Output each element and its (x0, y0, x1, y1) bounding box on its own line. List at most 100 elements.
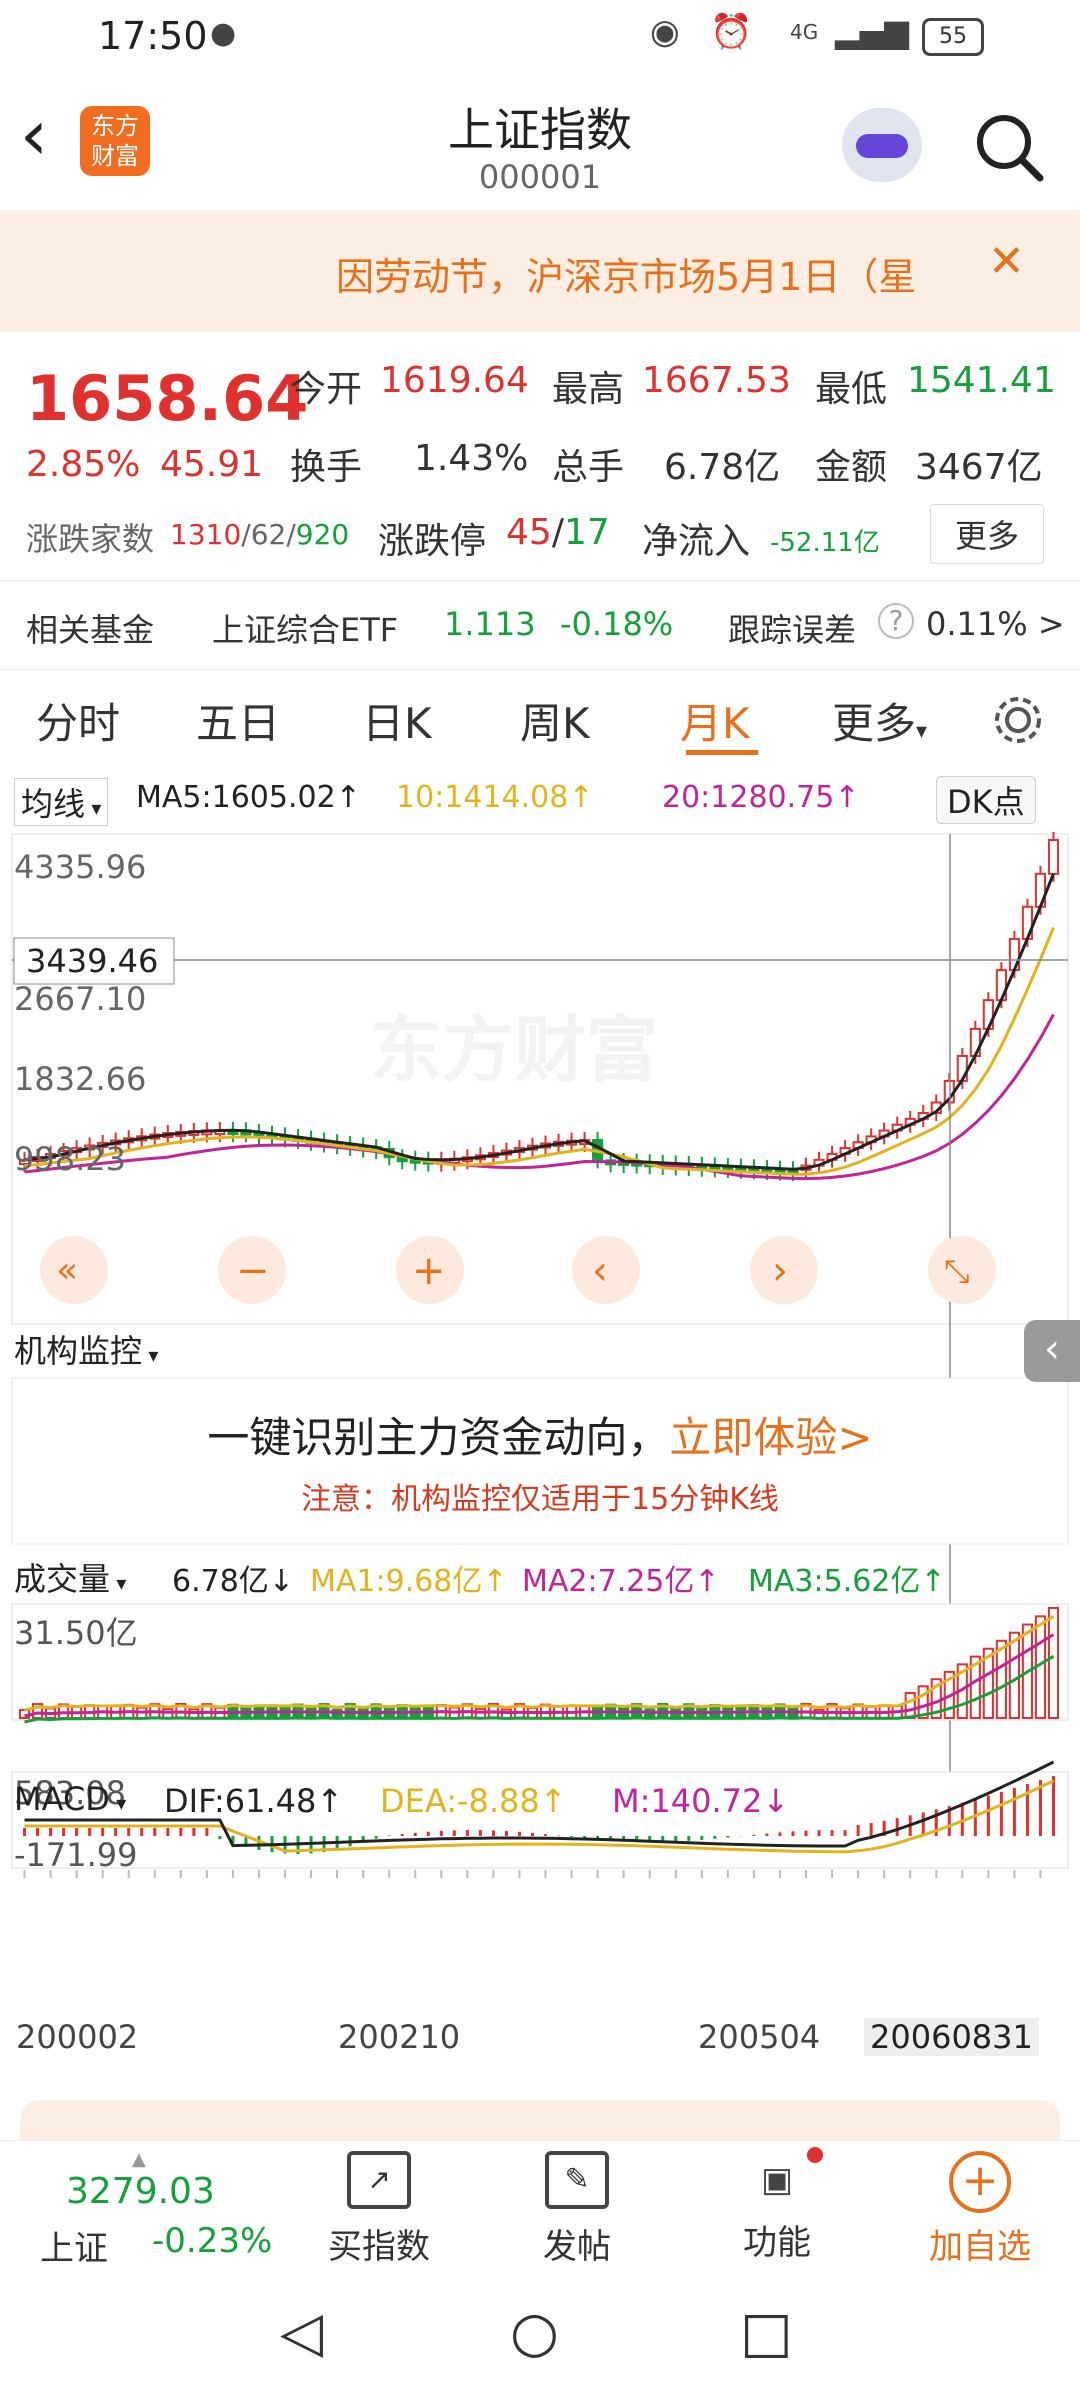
macd-selector[interactable]: MACD ▾ (14, 1780, 126, 1818)
x-label-1: 200002 (16, 2018, 139, 2056)
close-icon[interactable]: ✕ (988, 236, 1025, 287)
volume-value: 6.78亿↓ (172, 1564, 294, 1599)
tab-month-k[interactable]: 月K (680, 690, 750, 751)
tracking-error-label: 跟踪误差 (728, 611, 857, 649)
buy-index-button[interactable]: ↗ 买指数 (314, 2151, 444, 2268)
promo-strip[interactable] (20, 2100, 1060, 2140)
svg-text:›: › (772, 1248, 788, 1294)
open-value: 1619.64 (380, 360, 529, 401)
limit-label: 涨跌停 (378, 521, 487, 562)
header: ‹ 东方财富 上证指数 000001 (0, 80, 1080, 210)
svg-text:+: + (412, 1248, 446, 1294)
eye-icon: ◉ (650, 12, 680, 52)
add-watchlist-button[interactable]: + 加自选 (910, 2151, 1050, 2268)
svg-text:«: « (56, 1250, 78, 1291)
network-label: 4G (790, 20, 819, 44)
limit-up-count: 45 (506, 512, 552, 553)
post-label: 发帖 (543, 2227, 611, 2267)
x-label-2: 200210 (338, 2018, 461, 2056)
watermark: 东方财富 (370, 1008, 658, 1092)
volume-selector[interactable]: 成交量 ▾ (14, 1554, 126, 1600)
search-icon[interactable] (970, 108, 1050, 188)
banner-text: 因劳动节，沪深京市场5月1日（星 (336, 255, 917, 299)
volume-legend: 成交量 ▾ 6.78亿↓ MA1:9.68亿↑ MA2:7.25亿↑ MA3:5… (0, 1554, 1080, 1604)
tab-week-k[interactable]: 周K (520, 690, 590, 751)
svg-text:−: − (236, 1248, 270, 1294)
updown-label: 涨跌家数 (26, 520, 155, 558)
kline-y-label: 1832.66 (14, 1060, 146, 1098)
inst-promo-text: 一键识别主力资金动向， (207, 1413, 670, 1462)
volume-bar (904, 1692, 916, 1719)
fund-price: 1.113 (444, 605, 536, 643)
alarm-icon: ⏰ (710, 12, 753, 52)
updown-counts: 1310/62/920 (170, 518, 350, 551)
function-button[interactable]: ▣ 功能 (712, 2147, 842, 2264)
amount-label: 金额 (815, 447, 888, 488)
robot-assistant-icon[interactable] (842, 108, 922, 182)
tab-5day[interactable]: 五日 (196, 690, 280, 751)
high-label: 最高 (552, 369, 625, 410)
nav-recents-icon[interactable]: □ (740, 2300, 793, 2365)
up-count: 1310 (170, 518, 242, 551)
macd-y-min: -171.99 (14, 1836, 138, 1874)
stock-code: 000001 (478, 158, 602, 196)
index-value[interactable]: 3279.03 (66, 2171, 215, 2212)
vol-ma2: MA2:7.25亿↑ (522, 1564, 720, 1599)
volume-bar (1047, 1607, 1060, 1719)
inst-cta-link[interactable]: 立即体验> (669, 1413, 872, 1462)
collapse-side-icon[interactable]: ‹ (1024, 1320, 1080, 1382)
battery-icon: 55 (922, 18, 984, 56)
turnover-value: 1.43% (414, 438, 529, 479)
more-button[interactable]: 更多 (930, 504, 1045, 564)
chart-period-tabs: 分时 五日 日K 周K 月K 更多▾ (0, 668, 1080, 768)
settings-gear-icon[interactable] (990, 692, 1046, 748)
back-icon[interactable]: ‹ (20, 100, 48, 170)
inst-note: 注意：机构监控仅适用于15分钟K线 (301, 1482, 779, 1517)
down-count: 920 (295, 518, 350, 551)
active-tab-indicator (686, 750, 758, 755)
ma10-value: 10:1414.08↑ (396, 780, 594, 815)
svg-text:⤡: ⤡ (944, 1252, 970, 1290)
edit-pen-icon: ✎ (545, 2151, 609, 2209)
limit-counts: 45/17 (506, 512, 610, 553)
add-watchlist-label: 加自选 (929, 2227, 1031, 2267)
crosshair-price: 3439.46 (26, 942, 158, 980)
buy-index-label: 买指数 (328, 2227, 430, 2267)
tab-minute[interactable]: 分时 (36, 690, 120, 751)
inst-promo[interactable]: 一键识别主力资金动向，立即体验> (0, 1404, 1080, 1465)
vol-ma1: MA1:9.68亿↑ (310, 1564, 508, 1599)
function-label: 功能 (743, 2223, 811, 2263)
signal-icon: ▂▄▆ (835, 12, 909, 50)
notification-dot (807, 2147, 823, 2163)
high-value: 1667.53 (642, 360, 791, 401)
kline-y-label: 2667.10 (14, 980, 146, 1018)
tab-day-k[interactable]: 日K (362, 690, 432, 751)
tab-more[interactable]: 更多▾ (832, 690, 927, 751)
macd-legend: MACD ▾ DIF:61.48↑ DEA:-8.88↑ M:140.72↓ (0, 1780, 1080, 1830)
x-label-3: 200504 (698, 2018, 821, 2056)
nav-home-icon[interactable]: ○ (510, 2300, 559, 2365)
nav-back-icon[interactable]: ◁ (280, 2300, 323, 2365)
change-percent: 2.85% (26, 444, 141, 485)
page-title: 上证指数 (448, 103, 632, 157)
kline-chart-area[interactable]: 东方财富 4335.96 2667.10 1832.66 998.23 3439.46… (0, 830, 1080, 1890)
app-logo: 东方财富 (80, 106, 150, 176)
help-icon[interactable]: ? (878, 603, 914, 639)
status-time: 17:50 (98, 14, 208, 58)
post-button[interactable]: ✎ 发帖 (512, 2151, 642, 2268)
holiday-banner[interactable]: 因劳动节，沪深京市场5月1日（星 ✕ (0, 210, 1080, 332)
dk-point-button[interactable]: DK点 (936, 776, 1036, 824)
related-fund-row[interactable]: 相关基金 上证综合ETF 1.113 -0.18% 跟踪误差 ? 0.11% > (0, 580, 1080, 670)
index-name: 上证 (40, 2229, 108, 2269)
kline-y-label: 998.23 (14, 1140, 126, 1178)
index-change: -0.23% (152, 2221, 273, 2261)
low-value: 1541.41 (907, 360, 1056, 401)
expand-up-icon[interactable]: ▲ (132, 2149, 146, 2170)
inst-monitor-selector[interactable]: 机构监控 ▾ (14, 1326, 158, 1372)
flat-count: 62 (250, 518, 287, 551)
kline-y-label: 4335.96 (14, 848, 146, 886)
wechat-icon: ● (210, 16, 237, 51)
dea-value: DEA:-8.88↑ (380, 1782, 567, 1820)
ma-selector[interactable]: 均线 ▾ (14, 778, 109, 826)
m-value: M:140.72↓ (612, 1782, 790, 1820)
